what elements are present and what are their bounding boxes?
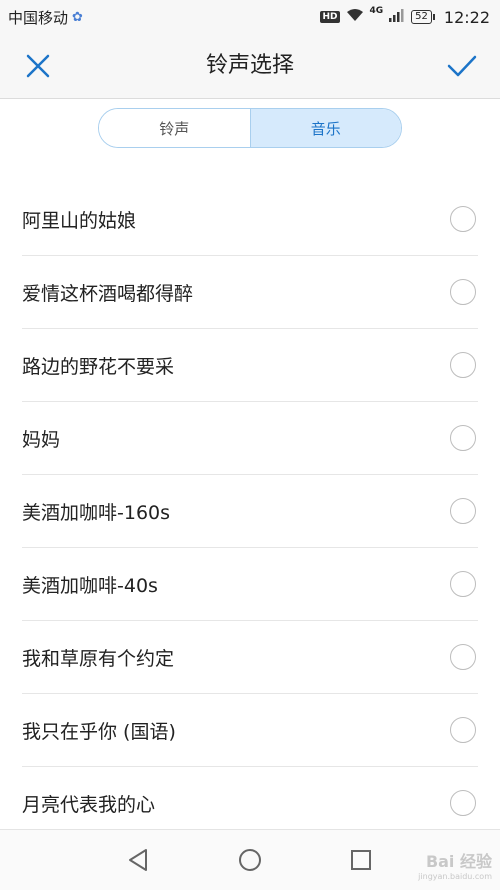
- system-nav-bar: Bai 经验 jingyan.baidu.com: [0, 829, 500, 890]
- home-circle-icon: [239, 849, 261, 871]
- radio-button[interactable]: [450, 352, 476, 378]
- status-left: 中国移动 ✿: [8, 0, 83, 34]
- status-bar: 中国移动 ✿ HD 4G 52 12:22: [0, 0, 500, 34]
- song-label: 妈妈: [22, 428, 61, 451]
- tab-music[interactable]: 音乐: [249, 109, 401, 147]
- radio-button[interactable]: [450, 717, 476, 743]
- home-button[interactable]: [234, 844, 266, 876]
- list-item[interactable]: 我和草原有个约定: [22, 621, 478, 694]
- radio-button[interactable]: [450, 790, 476, 816]
- confirm-button[interactable]: [442, 46, 482, 86]
- page-title: 铃声选择: [205, 53, 294, 78]
- radio-button[interactable]: [450, 644, 476, 670]
- wifi-icon: [346, 8, 364, 26]
- app-notification-icon: ✿: [72, 9, 83, 25]
- song-label: 我只在乎你 (国语): [22, 720, 176, 743]
- list-item[interactable]: 路边的野花不要采: [22, 329, 478, 402]
- list-item[interactable]: 美酒加咖啡-40s: [22, 548, 478, 621]
- tab-ringtone[interactable]: 铃声: [99, 109, 250, 147]
- song-label: 阿里山的姑娘: [22, 209, 137, 232]
- close-button[interactable]: [18, 46, 58, 86]
- close-icon: [26, 54, 50, 78]
- check-icon: [447, 55, 477, 77]
- radio-button[interactable]: [450, 425, 476, 451]
- song-label: 爱情这杯酒喝都得醉: [22, 282, 194, 305]
- recents-square-icon: [351, 850, 371, 870]
- song-list: 阿里山的姑娘 爱情这杯酒喝都得醉 路边的野花不要采 妈妈 美酒加咖啡-160s …: [22, 183, 478, 839]
- list-item[interactable]: 阿里山的姑娘: [22, 183, 478, 256]
- clock: 12:22: [443, 7, 490, 27]
- song-label: 我和草原有个约定: [22, 647, 175, 670]
- watermark-url: jingyan.baidu.com: [418, 872, 492, 881]
- hd-badge: HD: [320, 11, 340, 23]
- tab-switcher: 铃声 音乐: [98, 108, 402, 148]
- recents-button[interactable]: [345, 844, 377, 876]
- radio-button[interactable]: [450, 206, 476, 232]
- signal-icon: [389, 8, 405, 26]
- song-label: 美酒加咖啡-160s: [22, 501, 171, 524]
- back-button[interactable]: [122, 844, 154, 876]
- list-item[interactable]: 我只在乎你 (国语): [22, 694, 478, 767]
- radio-button[interactable]: [450, 571, 476, 597]
- network-type: 4G: [369, 6, 384, 16]
- carrier-label: 中国移动: [8, 8, 69, 27]
- radio-button[interactable]: [450, 279, 476, 305]
- song-label: 月亮代表我的心: [22, 793, 156, 816]
- list-item[interactable]: 爱情这杯酒喝都得醉: [22, 256, 478, 329]
- watermark: Bai 经验: [425, 852, 492, 871]
- battery-icon: 52: [411, 10, 435, 24]
- status-right: HD 4G 52 12:22: [320, 0, 490, 34]
- list-item[interactable]: 美酒加咖啡-160s: [22, 475, 478, 548]
- title-bar: 铃声选择: [0, 34, 500, 99]
- list-item[interactable]: 妈妈: [22, 402, 478, 475]
- back-triangle-icon: [129, 849, 147, 871]
- song-label: 美酒加咖啡-40s: [22, 574, 158, 597]
- radio-button[interactable]: [450, 498, 476, 524]
- song-label: 路边的野花不要采: [22, 355, 175, 378]
